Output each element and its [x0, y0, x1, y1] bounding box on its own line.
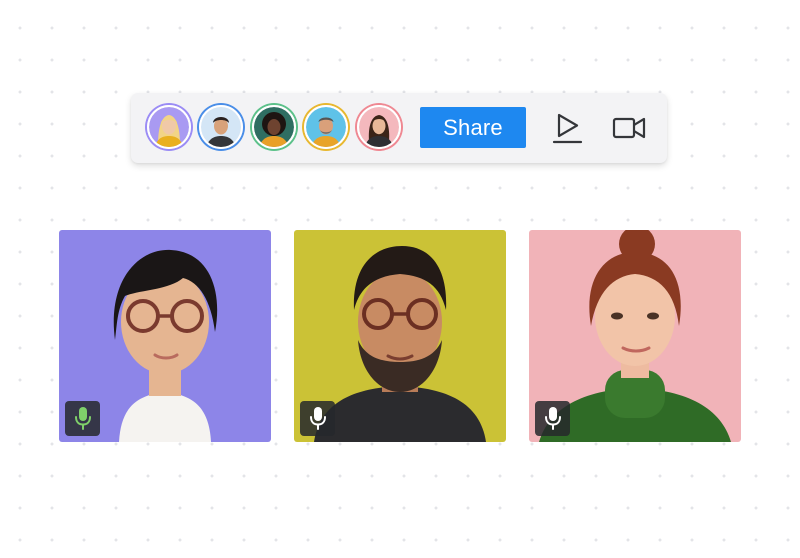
avatar-4-image [306, 107, 346, 147]
avatar-3[interactable] [252, 105, 296, 149]
participant-1-mic-button[interactable] [65, 401, 100, 436]
collaboration-toolbar: Share [131, 93, 667, 163]
play-icon [552, 113, 583, 144]
avatar-2[interactable] [199, 105, 243, 149]
microphone-icon [309, 407, 326, 430]
microphone-icon [544, 407, 561, 430]
video-call-button[interactable] [611, 109, 647, 145]
share-button[interactable]: Share [420, 107, 526, 148]
avatar-2-image [201, 107, 241, 147]
avatar-5-image [359, 107, 399, 147]
avatar-5[interactable] [357, 105, 401, 149]
participant-2-video-tile[interactable] [294, 230, 506, 442]
participant-1-video-tile[interactable] [59, 230, 271, 442]
avatar-3-image [254, 107, 294, 147]
participant-3-video-tile[interactable] [529, 230, 741, 442]
play-button[interactable] [550, 109, 586, 145]
video-camera-icon [612, 117, 646, 139]
participant-3-mic-button[interactable] [535, 401, 570, 436]
avatar-1-image [149, 107, 189, 147]
avatar-1[interactable] [147, 105, 191, 149]
participant-2-mic-button[interactable] [300, 401, 335, 436]
avatar-4[interactable] [304, 105, 348, 149]
microphone-icon [74, 407, 91, 430]
